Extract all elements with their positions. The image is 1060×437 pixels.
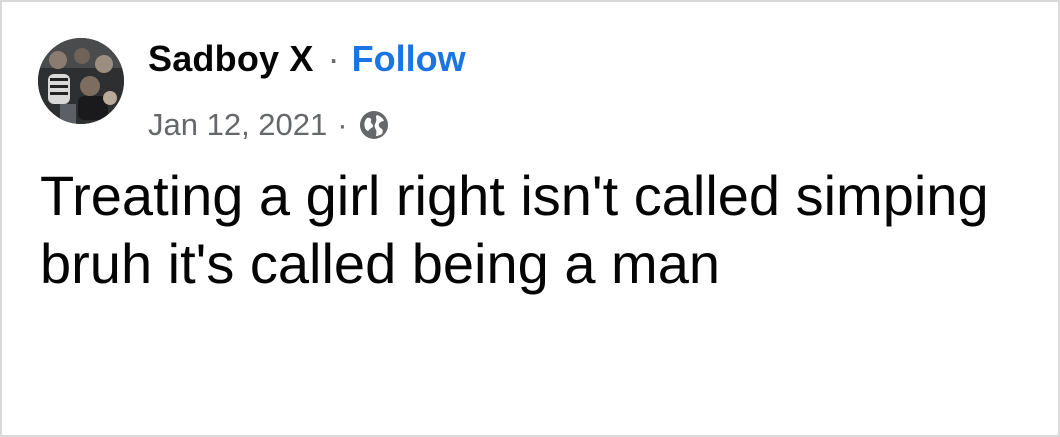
post-subline: Jan 12, 2021 · xyxy=(148,100,748,150)
date-separator: · xyxy=(337,107,348,142)
name-row: Sadboy X · Follow xyxy=(148,38,748,88)
name-separator: · xyxy=(327,38,340,79)
post-meta: Sadboy X · Follow Jan 12, 2021 · xyxy=(148,38,748,150)
follow-button[interactable]: Follow xyxy=(352,38,466,80)
author-avatar[interactable] xyxy=(38,38,124,124)
post-date[interactable]: Jan 12, 2021 xyxy=(148,107,327,143)
avatar-image xyxy=(38,38,124,124)
globe-icon[interactable] xyxy=(358,109,390,141)
post-card: Sadboy X · Follow Jan 12, 2021 · Treatin… xyxy=(0,0,1060,437)
post-body-text: Treating a girl right isn't called simpi… xyxy=(40,164,989,295)
author-name[interactable]: Sadboy X xyxy=(148,38,314,80)
